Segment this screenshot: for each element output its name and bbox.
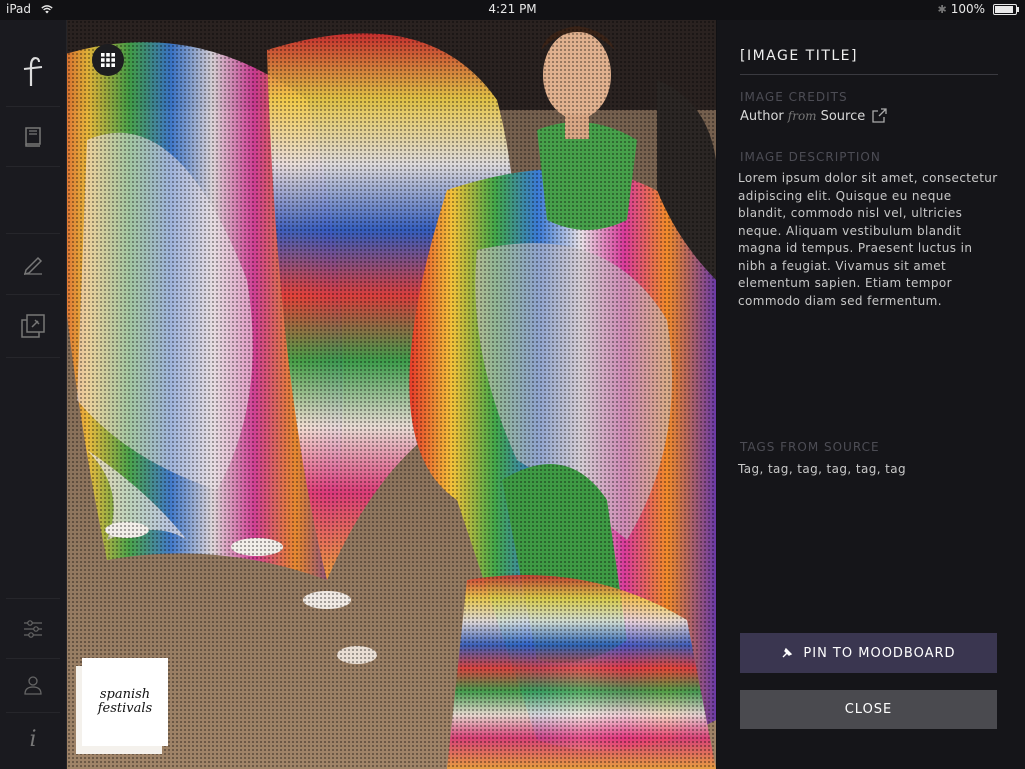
tags-label: TAGS FROM SOURCE [740, 440, 880, 454]
from-text: from [787, 109, 817, 123]
tags-list: Tag, tag, tag, tag, tag, tag [738, 462, 907, 476]
logo-line-2: festivals [97, 701, 153, 716]
pen-icon [23, 256, 43, 275]
user-icon [24, 676, 42, 695]
feather-logo-icon [23, 56, 43, 86]
author-link[interactable]: Author [740, 109, 784, 124]
close-button[interactable]: CLOSE [740, 690, 997, 729]
status-right: ✱ 100% [937, 2, 1019, 16]
battery-percent: 100% [950, 2, 985, 16]
source-logo-card: spanish festivals [82, 658, 168, 746]
sidebar-item-settings[interactable] [6, 598, 60, 659]
pin-button-label: PIN TO MOODBOARD [803, 645, 956, 661]
close-button-label: CLOSE [844, 702, 893, 717]
halftone-overlay [67, 20, 716, 769]
moodboard-pin-icon [21, 314, 45, 338]
external-link-icon[interactable] [871, 108, 887, 124]
grid-icon [101, 53, 115, 67]
grid-view-button[interactable] [92, 44, 124, 76]
battery-icon [993, 3, 1019, 15]
status-bar: iPad 4:21 PM ✱ 100% [0, 0, 1025, 20]
sidebar-logo[interactable] [6, 38, 60, 107]
image-credits: Author from Source [740, 108, 887, 124]
info-icon: i [29, 726, 37, 752]
sidebar-item-library[interactable] [6, 107, 60, 167]
sidebar: i [0, 20, 67, 769]
image-preview[interactable]: spanish festivals [67, 20, 716, 769]
sliders-icon [24, 619, 42, 638]
sidebar-item-info[interactable]: i [6, 713, 60, 765]
source-link[interactable]: Source [821, 109, 866, 124]
image-title: [IMAGE TITLE] [740, 48, 998, 75]
sidebar-item-blank[interactable] [6, 167, 60, 234]
image-detail-panel: [IMAGE TITLE] IMAGE CREDITS Author from … [717, 20, 1025, 769]
sidebar-item-profile[interactable] [6, 658, 60, 713]
sidebar-item-write[interactable] [6, 234, 60, 295]
credits-label: IMAGE CREDITS [740, 90, 848, 104]
pin-to-moodboard-button[interactable]: PIN TO MOODBOARD [740, 633, 997, 673]
sidebar-item-moodboard[interactable] [6, 295, 60, 358]
description-label: IMAGE DESCRIPTION [740, 150, 881, 164]
image-description: Lorem ipsum dolor sit amet, consectetur … [738, 171, 998, 308]
book-icon [25, 126, 41, 147]
bluetooth-icon: ✱ [937, 2, 947, 16]
pin-icon [782, 647, 793, 658]
logo-line-1: spanish [99, 687, 151, 702]
clock: 4:21 PM [488, 2, 537, 16]
